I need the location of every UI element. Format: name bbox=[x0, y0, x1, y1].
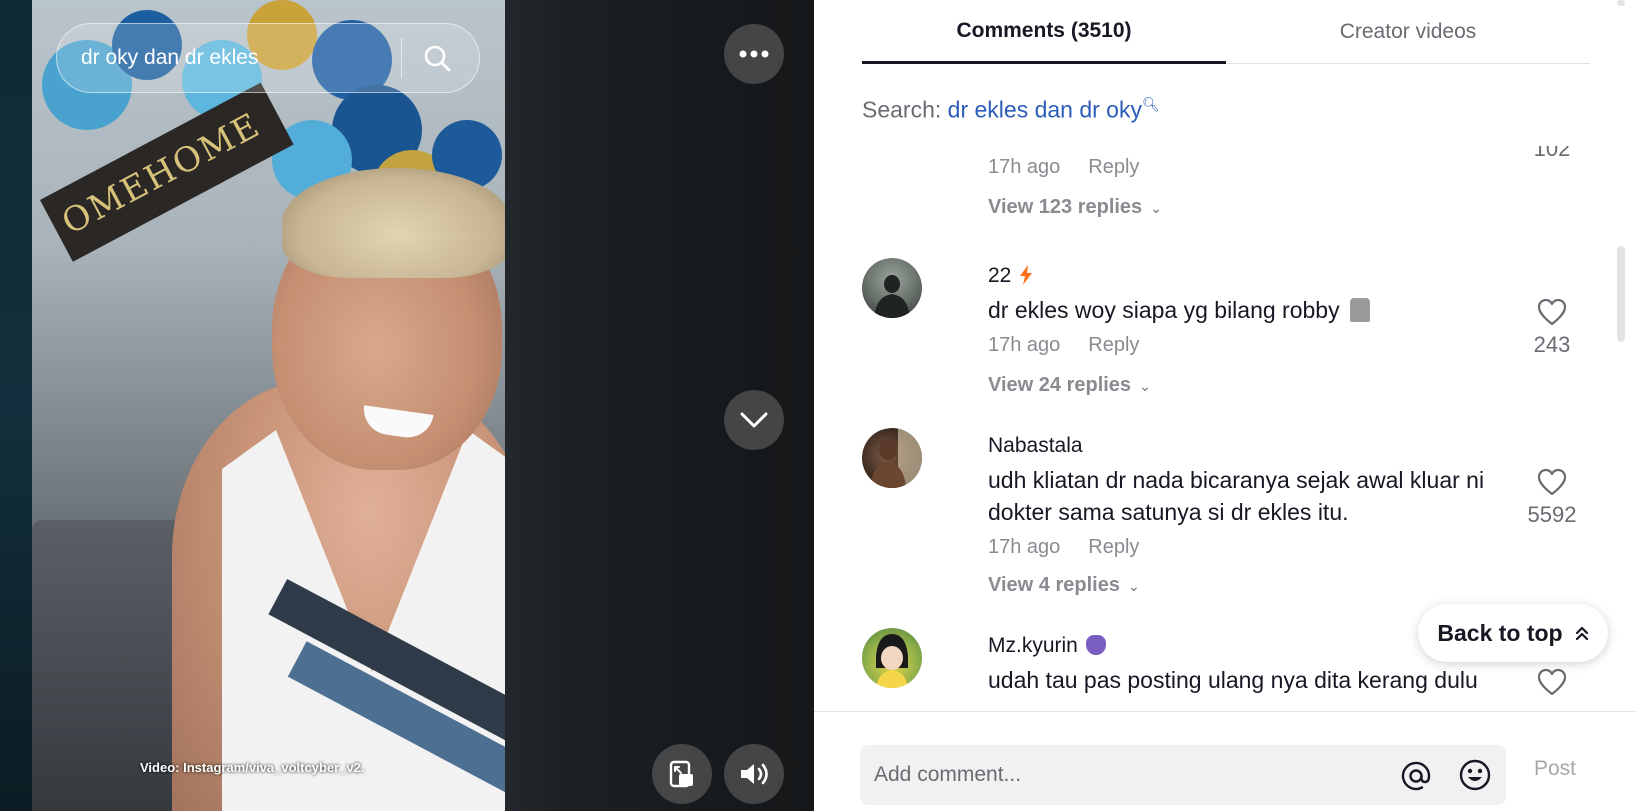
related-search-query[interactable]: dr ekles dan dr oky bbox=[948, 97, 1142, 123]
cat-emoji bbox=[1085, 635, 1106, 655]
view-replies-button[interactable]: View 24 replies ⌄ bbox=[988, 374, 1151, 397]
comment-text: dr ekles woy siapa yg bilang robby bbox=[988, 294, 1528, 326]
tab-comments[interactable]: Comments (3510) bbox=[862, 0, 1226, 64]
related-search-prefix: Search: bbox=[862, 96, 942, 123]
comment-item: 22 dr ekles woy siapa yg bilang robby 17… bbox=[862, 258, 1592, 418]
comment-item: Nabastala udh kliatan dr nada bicaranya … bbox=[862, 428, 1592, 618]
more-icon bbox=[739, 50, 769, 58]
comment-text: udah tau pas posting ulang nya dita kera… bbox=[988, 667, 1478, 693]
post-button[interactable]: Post bbox=[1534, 757, 1576, 781]
search-icon[interactable] bbox=[402, 23, 472, 93]
comment-text: udh kliatan dr nada bicaranya sejak awal… bbox=[988, 467, 1485, 525]
person-hair bbox=[282, 168, 505, 278]
video-search-bar[interactable]: dr oky dan dr ekles bbox=[56, 23, 480, 93]
avatar[interactable] bbox=[862, 628, 922, 688]
chevron-down-icon: ⌄ bbox=[1127, 578, 1140, 594]
search-icon: 🔍︎ bbox=[1141, 96, 1160, 112]
volume-icon bbox=[741, 763, 768, 785]
heart-icon bbox=[1537, 668, 1567, 696]
video-pane[interactable]: OMEHOME Video: Instagram/viva_voltcyber_… bbox=[0, 0, 814, 811]
like-button[interactable]: 5592 bbox=[1517, 468, 1587, 528]
back-to-top-label: Back to top bbox=[1437, 619, 1563, 646]
comment-item: 17h ago Reply View 123 replies ⌄ 102 bbox=[862, 146, 1592, 256]
chevron-down-icon: ⌄ bbox=[1139, 378, 1151, 394]
view-replies-label: View 4 replies bbox=[988, 574, 1120, 596]
username-text[interactable]: Mz.kyurin bbox=[988, 634, 1078, 657]
reply-button[interactable]: Reply bbox=[1088, 156, 1139, 178]
view-replies-button[interactable]: View 123 replies ⌄ bbox=[988, 196, 1162, 219]
emoji-button[interactable] bbox=[1458, 758, 1492, 792]
scrollbar-track-top bbox=[1617, 0, 1625, 6]
comment-input[interactable] bbox=[874, 745, 1354, 805]
view-replies-button[interactable]: View 4 replies ⌄ bbox=[988, 574, 1140, 597]
mini-player-button[interactable] bbox=[652, 744, 712, 804]
volume-button[interactable] bbox=[724, 744, 784, 804]
like-count: 5592 bbox=[1527, 502, 1577, 527]
username-text[interactable]: 22 bbox=[988, 264, 1011, 287]
like-count: 102 bbox=[1533, 146, 1571, 161]
avatar[interactable] bbox=[862, 428, 922, 488]
like-button[interactable]: 102 bbox=[1517, 146, 1587, 162]
comment-meta: 17h ago Reply bbox=[988, 156, 1139, 179]
at-icon bbox=[1401, 761, 1431, 791]
comment-tabs: Comments (3510) Creator videos bbox=[862, 0, 1590, 64]
mini-player-icon bbox=[669, 760, 693, 788]
chevron-down-icon bbox=[740, 412, 768, 428]
avatar[interactable] bbox=[862, 258, 922, 318]
next-video-button[interactable] bbox=[724, 390, 784, 450]
comment-time: 17h ago bbox=[988, 156, 1061, 178]
video-frame[interactable]: OMEHOME bbox=[32, 0, 505, 811]
video-blur-background bbox=[0, 0, 32, 811]
comment-composer: Post bbox=[814, 711, 1635, 811]
video-caption: Video: Instagram/viva_voltcyber_v2. bbox=[140, 760, 365, 775]
reply-button[interactable]: Reply bbox=[1088, 536, 1139, 558]
more-options-button[interactable] bbox=[724, 24, 784, 84]
comment-input-wrapper[interactable] bbox=[860, 745, 1506, 805]
mention-button[interactable] bbox=[1400, 760, 1432, 792]
moai-emoji bbox=[1349, 298, 1370, 322]
scrollbar-thumb[interactable] bbox=[1617, 246, 1625, 342]
heart-icon bbox=[1537, 298, 1567, 326]
comment-username[interactable]: Mz.kyurin bbox=[988, 634, 1106, 658]
like-button[interactable]: 243 bbox=[1517, 298, 1587, 358]
chevron-down-icon: ⌄ bbox=[1150, 200, 1162, 216]
emoji-icon bbox=[1459, 759, 1491, 791]
double-chevron-up-icon bbox=[1575, 626, 1588, 641]
comments-pane: Comments (3510) Creator videos Search: d… bbox=[814, 0, 1635, 811]
video-search-text[interactable]: dr oky dan dr ekles bbox=[81, 46, 401, 70]
lightning-icon bbox=[1020, 265, 1033, 285]
like-button[interactable] bbox=[1517, 668, 1587, 696]
comment-time: 17h ago bbox=[988, 536, 1061, 558]
heart-icon bbox=[1537, 468, 1567, 496]
back-to-top-button[interactable]: Back to top bbox=[1418, 604, 1608, 662]
comment-meta: 17h ago Reply bbox=[988, 334, 1139, 357]
related-search[interactable]: Search: dr ekles dan dr oky🔍︎ bbox=[862, 96, 1160, 124]
like-count: 243 bbox=[1533, 332, 1571, 357]
view-replies-label: View 123 replies bbox=[988, 196, 1143, 218]
view-replies-label: View 24 replies bbox=[988, 374, 1132, 396]
comment-username[interactable]: Nabastala bbox=[988, 434, 1083, 458]
comment-username[interactable]: 22 bbox=[988, 264, 1033, 288]
comment-text-content: dr ekles woy siapa yg bilang robby bbox=[988, 297, 1340, 323]
comment-meta: 17h ago Reply bbox=[988, 536, 1139, 559]
reply-button[interactable]: Reply bbox=[1088, 334, 1139, 356]
comment-time: 17h ago bbox=[988, 334, 1061, 356]
tab-creator-videos[interactable]: Creator videos bbox=[1226, 0, 1590, 64]
